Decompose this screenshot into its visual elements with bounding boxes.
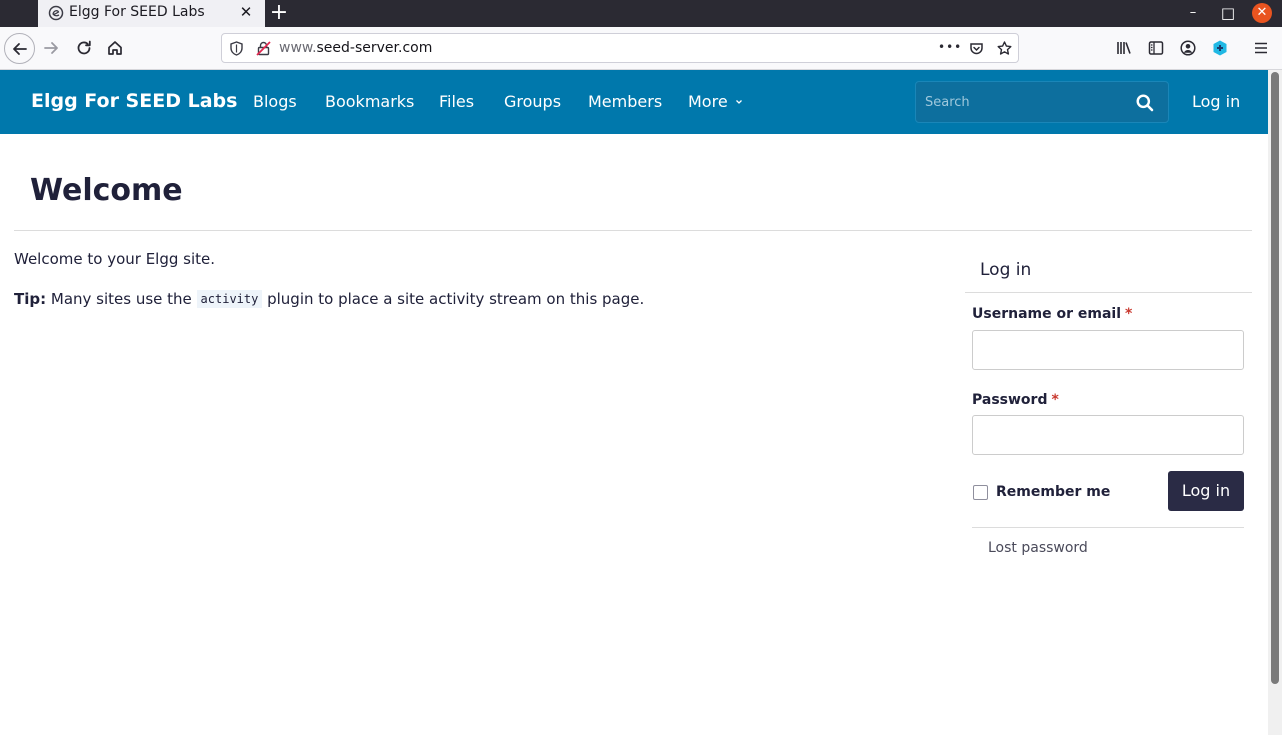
menu-item-more-label: More [688,92,728,111]
site-header: Elgg For SEED Labs Blogs Bookmarks Files… [0,70,1268,134]
arrow-left-icon [12,42,27,55]
tab-strip: Elgg For SEED Labs ✕ + – □ ✕ [0,0,1282,27]
remember-me-checkbox[interactable] [973,485,988,500]
new-tab-icon[interactable]: + [268,1,290,25]
window-minimize-icon[interactable]: – [1183,3,1203,23]
search-input[interactable] [916,82,1126,122]
login-footer-divider [972,527,1244,528]
login-panel-title: Log in [980,260,1032,280]
tab-title: Elgg For SEED Labs [69,4,205,20]
web-page: Elgg For SEED Labs Blogs Bookmarks Files… [0,70,1268,735]
hamburger-menu-icon[interactable] [1252,39,1270,57]
menu-item-more[interactable]: More [688,92,742,111]
title-divider [14,230,1252,231]
site-brand-link[interactable]: Elgg For SEED Labs [31,90,237,112]
library-icon[interactable] [1115,39,1133,57]
home-button[interactable] [101,34,129,62]
tip-text: Tip: Many sites use the activity plugin … [14,290,644,308]
login-panel: Log in Username or email * Password * Reme… [965,250,1252,570]
menu-item-members[interactable]: Members [588,92,662,111]
navigation-toolbar: www.seed-server.com ••• [0,27,1282,70]
tip-text-after: plugin to place a site activity stream o… [262,290,645,308]
arrow-right-icon [44,42,58,54]
search-icon[interactable] [1135,93,1155,113]
scrollbar-thumb[interactable] [1271,72,1279,684]
forward-button[interactable] [37,34,65,62]
header-login-link[interactable]: Log in [1192,92,1240,111]
username-input[interactable] [972,330,1244,370]
required-marker: * [1125,306,1133,322]
required-marker: * [1051,392,1059,408]
password-label: Password * [972,392,1059,408]
reload-icon [77,40,91,55]
reload-button[interactable] [70,34,98,62]
url-bar[interactable]: www.seed-server.com ••• [221,33,1019,63]
password-input[interactable] [972,415,1244,455]
tip-label: Tip: [14,290,47,308]
tip-text-before: Many sites use the [46,290,197,308]
tip-code: activity [196,290,263,308]
page-scrollbar[interactable] [1268,70,1282,735]
username-label: Username or email * [972,306,1133,322]
browser-window: Elgg For SEED Labs ✕ + – □ ✕ www.seed-se… [0,0,1282,735]
page-actions-icon[interactable]: ••• [938,40,962,54]
menu-item-files[interactable]: Files [439,92,474,111]
browser-tab[interactable]: Elgg For SEED Labs ✕ [38,0,265,27]
elgg-favicon-icon [48,5,64,21]
pocket-icon[interactable] [968,40,985,57]
back-button[interactable] [4,33,35,64]
welcome-text: Welcome to your Elgg site. [14,250,216,268]
login-panel-divider [965,292,1252,293]
window-maximize-icon[interactable]: □ [1218,3,1238,23]
sidebar-icon[interactable] [1147,39,1165,57]
account-icon[interactable] [1179,39,1197,57]
url-text[interactable]: www.seed-server.com [279,40,432,56]
bookmark-star-icon[interactable] [996,40,1013,57]
menu-item-blogs[interactable]: Blogs [253,92,297,111]
tab-close-icon[interactable]: ✕ [237,3,255,21]
page-title: Welcome [30,173,183,208]
remember-me-label[interactable]: Remember me [996,484,1110,500]
chevron-down-icon [736,100,742,104]
extension-icon[interactable] [1211,39,1229,57]
insecure-lock-icon[interactable] [255,40,272,57]
login-submit-button[interactable]: Log in [1168,471,1244,511]
window-close-icon[interactable]: ✕ [1252,3,1272,23]
lost-password-link[interactable]: Lost password [988,540,1088,556]
menu-item-groups[interactable]: Groups [504,92,561,111]
home-icon [108,41,122,55]
search-box [915,81,1169,123]
shield-icon[interactable] [228,40,245,57]
menu-item-bookmarks[interactable]: Bookmarks [325,92,414,111]
